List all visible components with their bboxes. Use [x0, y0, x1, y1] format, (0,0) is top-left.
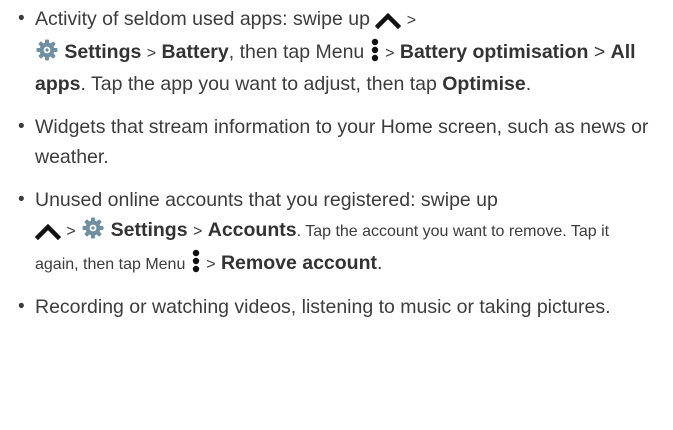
bullet-seldom-used-apps: • Activity of seldom used apps: swipe up…: [18, 4, 653, 100]
separator: >: [146, 44, 157, 62]
bullet-list: • Activity of seldom used apps: swipe up…: [18, 4, 653, 323]
menu-dots-icon: [370, 38, 380, 62]
remove-account-label: Remove account: [220, 251, 378, 274]
bullet-text: . Tap the app you want to adjust, then t…: [80, 73, 437, 95]
separator: >: [206, 255, 216, 273]
bullet-text: Unused online accounts that you register…: [35, 188, 498, 211]
chevron-up-icon: [35, 222, 61, 240]
separator: >: [192, 223, 203, 240]
bullet-dot: •: [18, 115, 25, 137]
settings-gear-icon: [81, 216, 105, 240]
optimise-label: Optimise: [442, 73, 526, 95]
bullet-unused-accounts: • Unused online accounts that you regist…: [18, 185, 653, 281]
bullet-dot: •: [18, 188, 25, 210]
bullet-text: , then tap Menu: [228, 40, 365, 63]
accounts-label: Accounts: [207, 219, 297, 241]
bullet-media-usage: • Recording or watching videos, listenin…: [18, 292, 653, 323]
battery-label: Battery: [161, 40, 229, 63]
menu-dots-icon: [191, 249, 201, 273]
settings-label: Settings: [64, 40, 142, 63]
bullet-text: Activity of seldom used apps: swipe up: [35, 8, 370, 30]
separator: >: [406, 12, 417, 29]
instruction-page: • Activity of seldom used apps: swipe up…: [0, 0, 673, 430]
battery-optimisation-label: Battery optimisation: [399, 40, 589, 63]
bullet-text: Widgets that stream information to your …: [35, 115, 649, 169]
separator: >: [385, 44, 395, 62]
bullet-text: .: [525, 73, 532, 95]
bullet-widgets: • Widgets that stream information to you…: [18, 112, 653, 173]
bullet-text: Recording or watching videos, listening …: [35, 296, 611, 318]
settings-label: Settings: [110, 219, 188, 241]
bullet-dot: •: [18, 8, 25, 29]
bullet-dot: •: [18, 296, 25, 317]
chevron-up-icon: [375, 11, 402, 29]
bullet-text: .: [377, 251, 383, 274]
separator: >: [593, 40, 606, 63]
settings-gear-icon: [35, 38, 59, 62]
separator: >: [66, 223, 76, 240]
